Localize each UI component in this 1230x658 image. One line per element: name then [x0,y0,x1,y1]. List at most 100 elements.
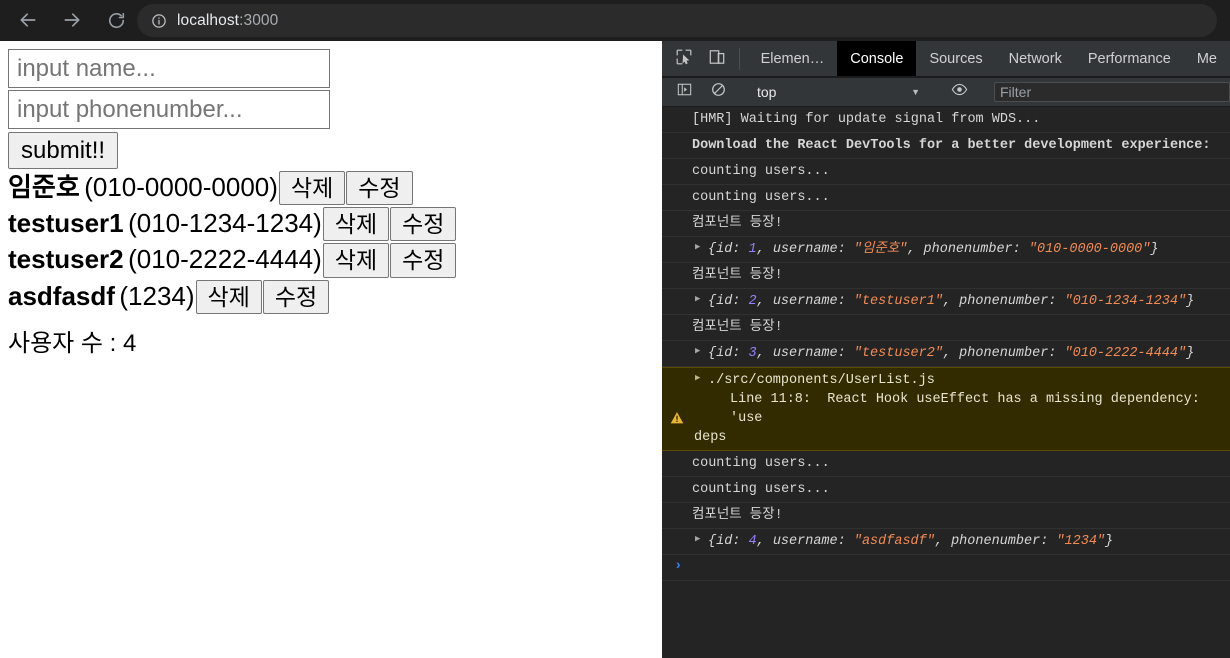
console-message-warning[interactable]: ▶ ./src/components/UserList.js Line 11:8: … [662,367,1230,451]
console-message-object[interactable]: ▶ {id: 1, username: "임준호", phonenumber: "… [662,237,1230,263]
back-button[interactable] [14,6,42,34]
user-phone: (010-1234-1234) [128,208,322,239]
address-bar[interactable]: localhost:3000 [137,4,1217,37]
create-live-expression-button[interactable] [945,81,973,103]
arrow-left-icon [18,10,38,30]
object-value-phonenumber: "1234" [1056,534,1106,549]
object-value-id: 2 [748,294,757,309]
edit-button[interactable]: 수정 [262,279,330,314]
console-sidebar-icon [677,82,692,102]
toolbar-divider [738,48,740,70]
execution-context-selector[interactable]: top ▼ [753,82,926,102]
info-circle-icon[interactable] [151,13,167,29]
console-toolbar: top ▼ [662,78,1230,107]
tab-memory[interactable]: Me [1184,41,1230,77]
tab-elements[interactable]: Elemen… [748,41,838,77]
user-list: 임준호 (010-0000-0000) 삭제 수정 testuser1 (010-1… [8,171,654,314]
object-value-username: "testuser2" [853,346,943,361]
console-message-object[interactable]: ▶ {id: 2, username: "testuser1", phonenum… [662,289,1230,315]
edit-button[interactable]: 수정 [346,171,413,206]
object-value-id: 3 [748,346,757,361]
object-key-phonenumber: , phonenumber: [907,242,1029,257]
edit-button[interactable]: 수정 [390,207,457,242]
tab-console[interactable]: Console [837,41,917,77]
tab-performance[interactable]: Performance [1075,41,1184,77]
disclosure-triangle-icon[interactable]: ▶ [695,347,700,356]
console-message-log: [HMR] Waiting for update signal from WDS… [662,107,1230,133]
delete-button[interactable]: 삭제 [322,243,390,278]
page-viewport: submit!! 임준호 (010-0000-0000)삭제수정 testuse… [0,41,662,658]
user-phone: (1234) [119,280,195,311]
object-key-id: id: [716,242,749,257]
delete-button[interactable]: 삭제 [195,279,262,314]
disclosure-triangle-icon[interactable]: ▶ [695,295,700,304]
clear-console-button[interactable] [704,82,732,102]
object-open-brace: { [708,534,717,549]
object-value-id: 1 [748,242,757,257]
edit-button[interactable]: 수정 [390,243,457,278]
console-prompt[interactable]: › [662,555,1230,581]
user-name: 임준호 [8,172,80,203]
user-phone: (010-0000-0000) [84,172,278,203]
object-open-brace: { [708,346,717,361]
clear-console-icon [711,82,726,102]
object-value-phonenumber: "010-0000-0000" [1028,242,1151,257]
tab-sources[interactable]: Sources [916,41,995,77]
inspect-element-button[interactable] [670,41,697,77]
console-message-log: counting users... [662,159,1230,185]
submit-button[interactable]: submit!! [8,132,119,170]
url-port: :3000 [239,11,279,29]
warning-triangle-icon [670,373,684,424]
execution-context-value: top [757,84,777,100]
object-key-id: id: [716,294,749,309]
console-message-log: 컴포넌트 등장! [662,503,1230,529]
live-expression-eye-icon [951,81,968,103]
devtools-panel: Elemen… Console Sources Network Performa… [662,41,1230,658]
warning-file-path: ./src/components/UserList.js [708,373,935,388]
object-key-phonenumber: , phonenumber: [942,346,1065,361]
object-key-id: id: [716,534,749,549]
object-key-username: , username: [756,242,854,257]
user-list-item: testuser2 (010-2222-4444) 삭제 수정 [8,243,654,278]
object-close-brace: } [1186,294,1195,309]
console-message-log: 컴포넌트 등장! [662,263,1230,289]
user-list-item: 임준호 (010-0000-0000) 삭제 수정 [8,171,654,206]
object-value-phonenumber: "010-2222-4444" [1064,346,1187,361]
user-name: testuser2 [8,244,124,275]
forward-button[interactable] [58,6,86,34]
delete-button[interactable]: 삭제 [322,207,390,242]
delete-button[interactable]: 삭제 [278,171,346,206]
console-message-list[interactable]: [HMR] Waiting for update signal from WDS… [662,107,1230,658]
console-message-log: 컴포넌트 등장! [662,211,1230,237]
name-input[interactable] [8,49,330,88]
object-close-brace: } [1105,534,1114,549]
browser-chrome: localhost:3000 [0,0,1230,41]
user-name: testuser1 [8,208,124,239]
console-message-object[interactable]: ▶ {id: 3, username: "testuser2", phonenum… [662,341,1230,367]
object-value-username: "testuser1" [853,294,943,309]
disclosure-triangle-icon[interactable]: ▶ [695,374,700,383]
reload-button[interactable] [102,6,130,34]
console-message-object[interactable]: ▶ {id: 4, username: "asdfasdf", phonenumb… [662,529,1230,555]
warning-detail-line-wrap: deps [694,430,727,445]
inspect-element-icon [676,49,692,70]
chevron-down-icon: ▼ [911,87,920,97]
object-close-brace: } [1150,242,1159,257]
warning-detail-line: Line 11:8: React Hook useEffect has a mi… [730,392,1208,426]
disclosure-triangle-icon[interactable]: ▶ [695,535,700,544]
object-value-username: "asdfasdf" [853,534,935,549]
console-message-log: counting users... [662,451,1230,477]
console-message-log: counting users... [662,477,1230,503]
console-message-log: counting users... [662,185,1230,211]
url-host: localhost [177,11,240,29]
disclosure-triangle-icon[interactable]: ▶ [695,243,700,252]
console-message-log: 컴포넌트 등장! [662,315,1230,341]
object-key-id: id: [716,346,749,361]
console-sidebar-toggle-button[interactable] [670,82,698,102]
user-list-item: asdfasdf (1234) 삭제 수정 [8,279,654,314]
phonenumber-input[interactable] [8,90,330,129]
object-open-brace: { [708,242,717,257]
device-toolbar-button[interactable] [703,41,730,77]
tab-network[interactable]: Network [996,41,1075,77]
console-filter-input[interactable] [994,82,1230,102]
